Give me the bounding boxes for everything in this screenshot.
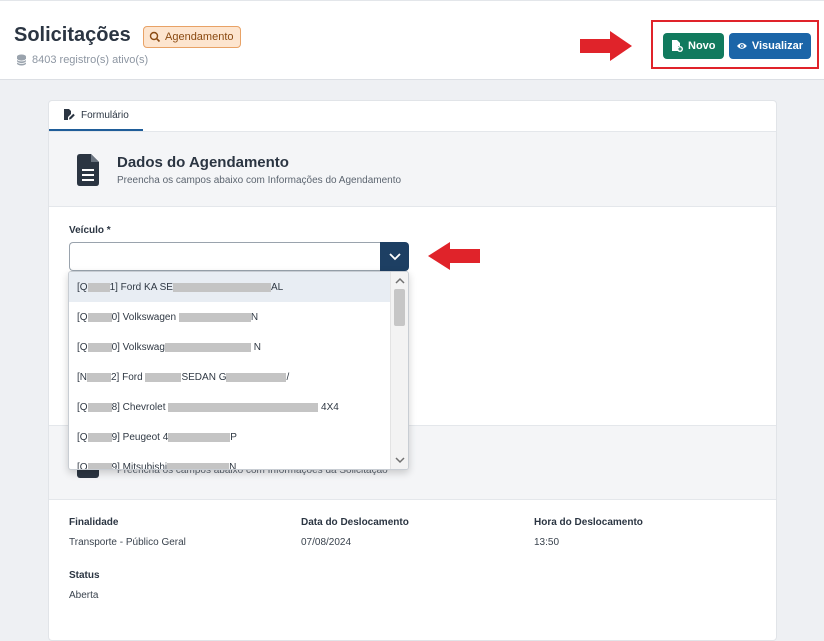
redacted-block (87, 462, 112, 469)
new-button-label: Novo (688, 40, 716, 52)
data-deslocamento-label: Data do Deslocamento (301, 517, 409, 528)
dropdown-option[interactable]: [Q 0] Volkswagen N (69, 302, 391, 332)
vehicle-field-label: Veículo * (69, 225, 111, 236)
chevron-down-icon (388, 252, 401, 260)
scrollbar-thumb[interactable] (394, 289, 405, 326)
section-title: Dados do Agendamento (117, 154, 289, 171)
redacted-block (87, 402, 112, 412)
redacted-block (87, 372, 111, 382)
search-icon (149, 31, 161, 43)
redacted-block (87, 432, 112, 442)
finalidade-label: Finalidade (69, 517, 119, 528)
vehicle-select-input[interactable] (69, 242, 380, 271)
module-badge: Agendamento (143, 26, 241, 48)
scroll-up-icon[interactable] (395, 277, 405, 285)
status-label: Status (69, 570, 100, 581)
redacted-block (167, 462, 230, 469)
redacted-block (168, 402, 319, 412)
database-icon (16, 54, 27, 66)
section-agendamento-header: Dados do Agendamento Preencha os campos … (49, 132, 776, 207)
scroll-down-icon[interactable] (395, 456, 405, 464)
hora-deslocamento-value: 13:50 (534, 537, 560, 548)
new-button[interactable]: Novo (663, 33, 724, 59)
dropdown-option[interactable]: [N 2] Ford SEDAN G / (69, 362, 391, 392)
vehicle-dropdown-list: [Q 1] Ford KA SE AL [Q 0] Volkswagen N [Q 0]… (68, 271, 409, 470)
dropdown-option[interactable]: [Q 9] Peugeot 4P (69, 422, 391, 452)
record-count-text: 8403 registro(s) ativo(s) (32, 54, 149, 66)
redacted-block (168, 432, 231, 442)
redacted-block (226, 372, 287, 382)
redacted-block (164, 342, 251, 352)
redacted-block (87, 342, 112, 352)
redacted-block (145, 372, 182, 382)
dropdown-option[interactable]: [Q 1] Ford KA SE AL (69, 272, 391, 302)
redacted-block (172, 282, 271, 292)
edit-document-icon (64, 109, 75, 120)
annotation-arrow-icon (428, 242, 480, 270)
eye-icon (737, 43, 747, 49)
redacted-block (87, 312, 112, 322)
status-value: Aberta (69, 590, 99, 601)
dropdown-option[interactable]: [Q 0] Volkswag N (69, 332, 391, 362)
page-title: Solicitações (14, 24, 131, 46)
hora-deslocamento-label: Hora do Deslocamento (534, 517, 643, 528)
vehicle-select-toggle[interactable] (380, 242, 409, 271)
view-button[interactable]: Visualizar (729, 33, 811, 59)
document-icon (77, 154, 99, 186)
data-deslocamento-value: 07/08/2024 (301, 537, 352, 548)
finalidade-value: Transporte - Público Geral (69, 537, 186, 548)
redacted-block (87, 282, 110, 292)
dropdown-option[interactable]: [Q 8] Chevrolet 4X4 (69, 392, 391, 422)
badge-label: Agendamento (165, 31, 234, 43)
tab-formulario[interactable]: Formulário (49, 101, 143, 131)
view-button-label: Visualizar (751, 40, 803, 52)
dropdown-option[interactable]: [Q 9] Mitsubishi N (69, 452, 391, 469)
annotation-arrow-icon (580, 31, 632, 61)
new-file-icon (672, 40, 683, 52)
tab-label: Formulário (81, 109, 129, 121)
record-count: 8403 registro(s) ativo(s) (16, 54, 148, 66)
section-subtitle: Preencha os campos abaixo com Informaçõe… (117, 175, 402, 186)
dropdown-scrollbar[interactable] (390, 272, 408, 469)
redacted-block (178, 312, 251, 322)
